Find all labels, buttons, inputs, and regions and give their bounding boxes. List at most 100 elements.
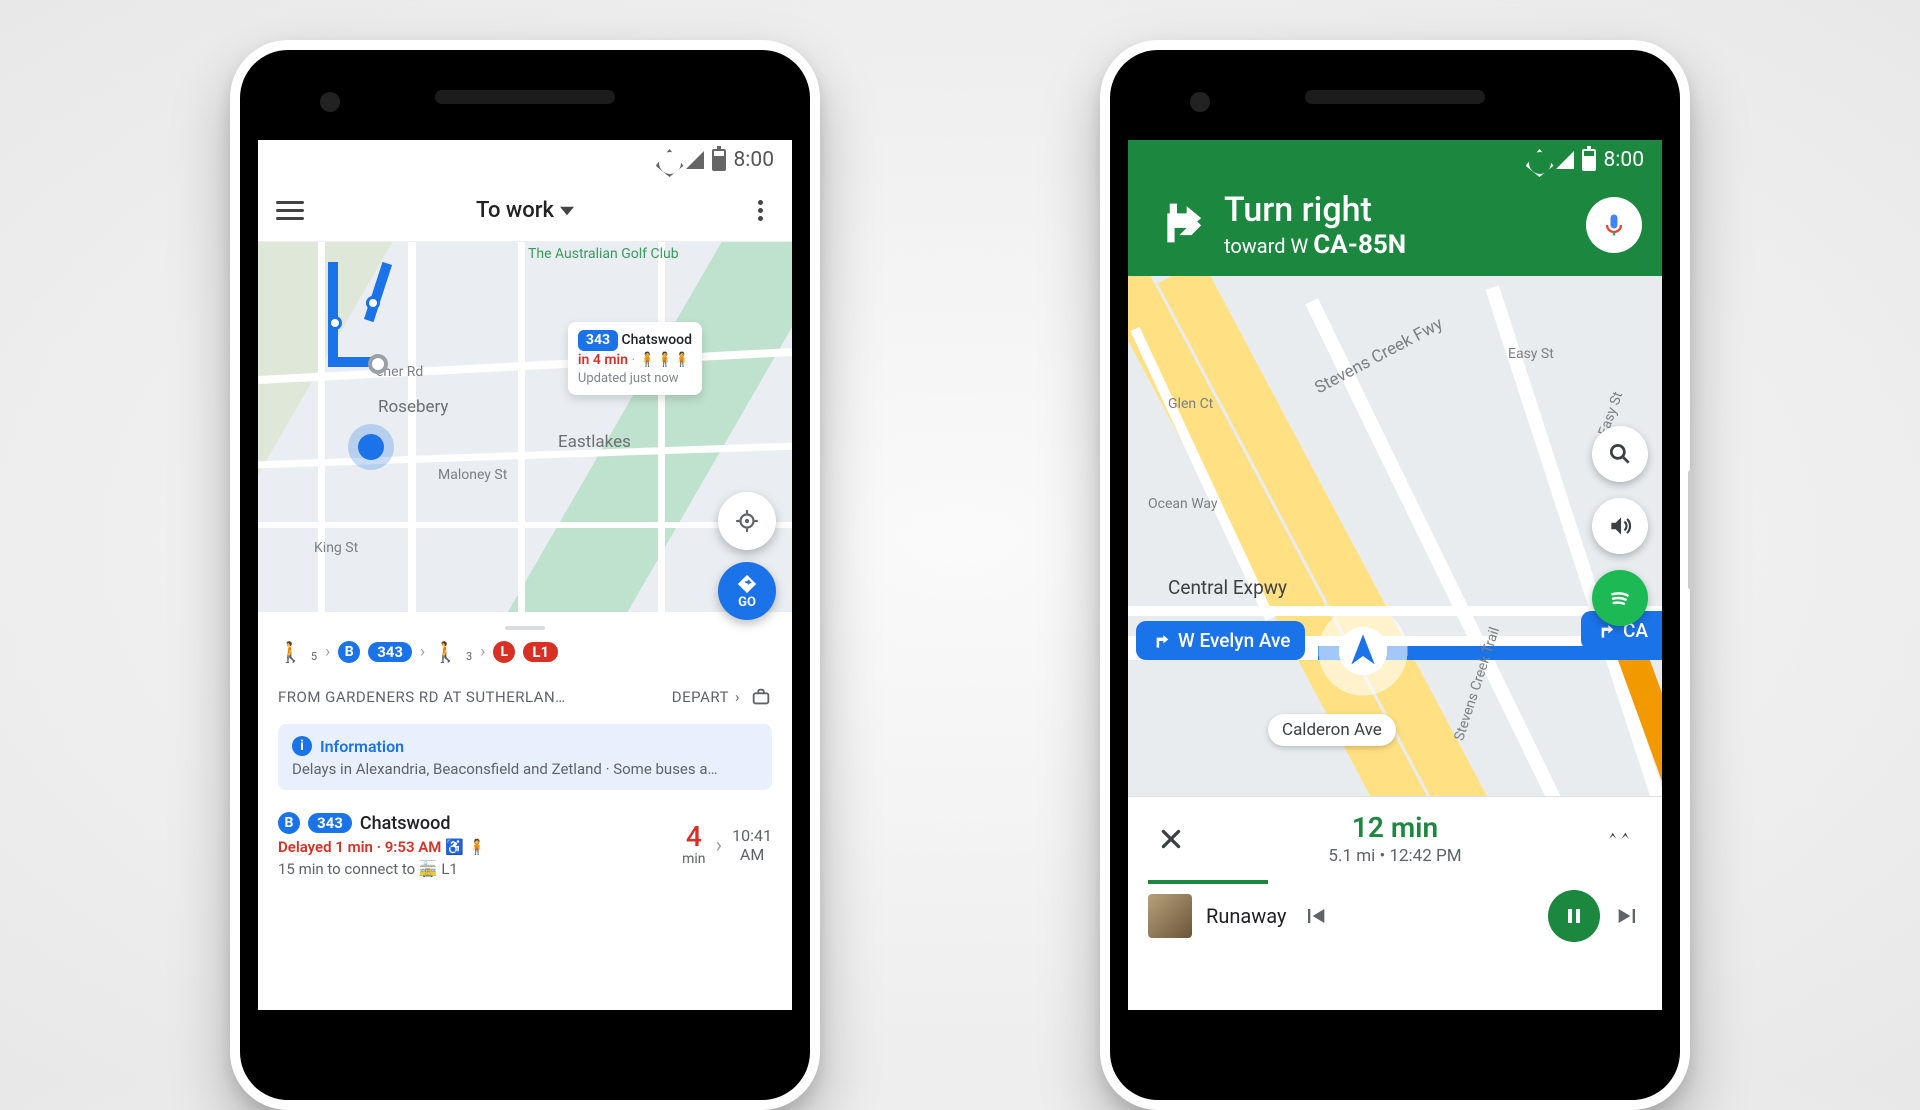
search-icon <box>1607 441 1633 467</box>
depart-button[interactable]: DEPART › <box>672 688 740 706</box>
phone-camera <box>320 92 340 112</box>
navigation-map[interactable]: Stevens Creek Fwy Glen Ct Ocean Way Easy… <box>1128 276 1662 796</box>
map-label-golf: The Australian Golf Club <box>528 246 679 262</box>
chevron-right-icon: › <box>716 833 723 858</box>
close-icon <box>1158 826 1184 852</box>
callout-eta: in 4 min <box>578 352 628 368</box>
walk-icon: 🚶 <box>278 640 303 664</box>
play-pause-button[interactable] <box>1548 890 1600 942</box>
close-button[interactable] <box>1148 816 1194 862</box>
chevron-right-icon: › <box>480 642 485 662</box>
menu-button[interactable] <box>276 197 304 225</box>
turn-right-icon <box>1148 194 1206 256</box>
phone-camera <box>1190 92 1210 112</box>
navigation-arrow-icon <box>1343 631 1383 671</box>
callout-updated: Updated just now <box>578 370 692 388</box>
current-location-dot <box>358 434 384 460</box>
phone-left: 8:00 To work The Australian Golf Club Ro… <box>230 40 820 1110</box>
volume-icon <box>1607 513 1633 539</box>
callout-destination: Chatswood <box>622 332 693 348</box>
music-bar[interactable]: Runaway <box>1128 880 1662 962</box>
microphone-icon <box>1600 211 1628 239</box>
phone-speaker <box>1305 90 1485 104</box>
status-time: 8:00 <box>1604 148 1645 172</box>
eta-detail: 5.1 mi • 12:42 PM <box>1328 846 1461 866</box>
map-label-eastlakes: Eastlakes <box>558 432 631 452</box>
destination-label: To work <box>476 198 554 223</box>
tram-icon: 🚋 <box>419 860 438 878</box>
occupancy-icon: · 🧍🧍🧍 <box>631 352 690 368</box>
bus-number-chip: 343 <box>308 813 352 833</box>
map-view[interactable]: The Australian Golf Club Rosebery Eastla… <box>258 242 792 612</box>
screen-left: 8:00 To work The Australian Golf Club Ro… <box>258 140 792 1010</box>
drag-handle[interactable] <box>505 626 545 630</box>
route-badge: 343 <box>578 330 618 351</box>
next-track-button[interactable] <box>1614 902 1642 930</box>
overflow-button[interactable] <box>746 197 774 225</box>
map-label-central: Central Expwy <box>1168 576 1287 599</box>
status-bar: 8:00 <box>1128 140 1662 180</box>
search-button[interactable] <box>1592 426 1648 482</box>
track-title: Runaway <box>1206 904 1287 928</box>
go-label: GO <box>738 595 756 610</box>
chevron-down-icon <box>560 204 574 218</box>
briefcase-icon[interactable] <box>750 686 772 708</box>
phone-side-button <box>1688 470 1694 590</box>
alternate-routes-button[interactable] <box>1596 816 1642 862</box>
locate-me-button[interactable] <box>718 492 776 550</box>
phone-speaker <box>435 90 615 104</box>
accessibility-icon: ♿ 🧍 <box>445 838 486 856</box>
trip-option[interactable]: B 343 Chatswood Delayed 1 min · 9:53 AM … <box>278 812 772 878</box>
line-letter-chip: L <box>493 641 515 663</box>
phone-right: 8:00 Turn right toward W CA-85N <box>1100 40 1690 1110</box>
walk-icon: 🚶 <box>433 640 458 664</box>
status-bar: 8:00 <box>258 140 792 180</box>
audio-button[interactable] <box>1592 498 1648 554</box>
eta-time: 12 min <box>1328 811 1461 844</box>
navigation-banner[interactable]: Turn right toward W CA-85N <box>1128 180 1662 276</box>
screen-right: 8:00 Turn right toward W CA-85N <box>1128 140 1662 1010</box>
go-button[interactable]: GO <box>718 562 776 620</box>
pause-icon <box>1562 904 1586 928</box>
from-label: FROM GARDENERS RD AT SUTHERLAN… <box>278 688 566 706</box>
directions-icon <box>736 573 758 595</box>
trip-destination: Chatswood <box>360 813 451 834</box>
info-title: Information <box>320 737 404 756</box>
info-alert[interactable]: i Information Delays in Alexandria, Beac… <box>278 724 772 790</box>
bus-number-chip: 343 <box>368 642 412 662</box>
destination-dropdown[interactable]: To work <box>476 198 574 223</box>
map-label-easy: Easy St <box>1508 346 1554 362</box>
battery-icon <box>1582 149 1596 171</box>
trip-delay: Delayed 1 min · 9:53 AM <box>278 838 441 856</box>
instruction-text: Turn right <box>1224 190 1406 230</box>
current-street-pill: W Evelyn Ave <box>1136 621 1305 660</box>
bus-letter-chip: B <box>338 641 360 663</box>
voice-search-button[interactable] <box>1586 197 1642 253</box>
bottom-sheet[interactable]: 🚶5 › B 343 › 🚶3 › L L1 FROM GARDENERS RD… <box>258 612 792 878</box>
bus-letter-chip: B <box>278 812 300 834</box>
line-code-chip: L1 <box>523 642 558 662</box>
chevron-right-icon: › <box>735 688 740 706</box>
route-origin-dot <box>368 354 388 374</box>
map-label-maloney: Maloney St <box>438 467 507 483</box>
album-art <box>1148 894 1192 938</box>
battery-icon <box>712 149 726 171</box>
transit-callout[interactable]: 343 Chatswood in 4 min · 🧍🧍🧍 Updated jus… <box>568 322 702 395</box>
trip-minutes: 4 <box>682 823 705 851</box>
chevron-right-icon: › <box>325 642 330 662</box>
previous-track-button[interactable] <box>1301 902 1329 930</box>
map-label-calderon: Calderon Ave <box>1268 714 1396 746</box>
eta-bar[interactable]: 12 min 5.1 mi • 12:42 PM <box>1128 796 1662 880</box>
map-label-ocean: Ocean Way <box>1148 496 1218 512</box>
wifi-icon <box>656 149 678 171</box>
current-position-marker <box>1318 606 1408 696</box>
info-body: Delays in Alexandria, Beaconsfield and Z… <box>292 760 758 778</box>
wifi-icon <box>1526 149 1548 171</box>
status-time: 8:00 <box>734 148 775 172</box>
route-summary: 🚶5 › B 343 › 🚶3 › L L1 <box>278 640 772 664</box>
map-label-king: King St <box>314 540 358 556</box>
cell-signal-icon <box>686 151 704 169</box>
spotify-button[interactable] <box>1592 570 1648 626</box>
map-label-glen: Glen Ct <box>1168 396 1213 412</box>
turn-right-icon <box>1150 631 1170 651</box>
